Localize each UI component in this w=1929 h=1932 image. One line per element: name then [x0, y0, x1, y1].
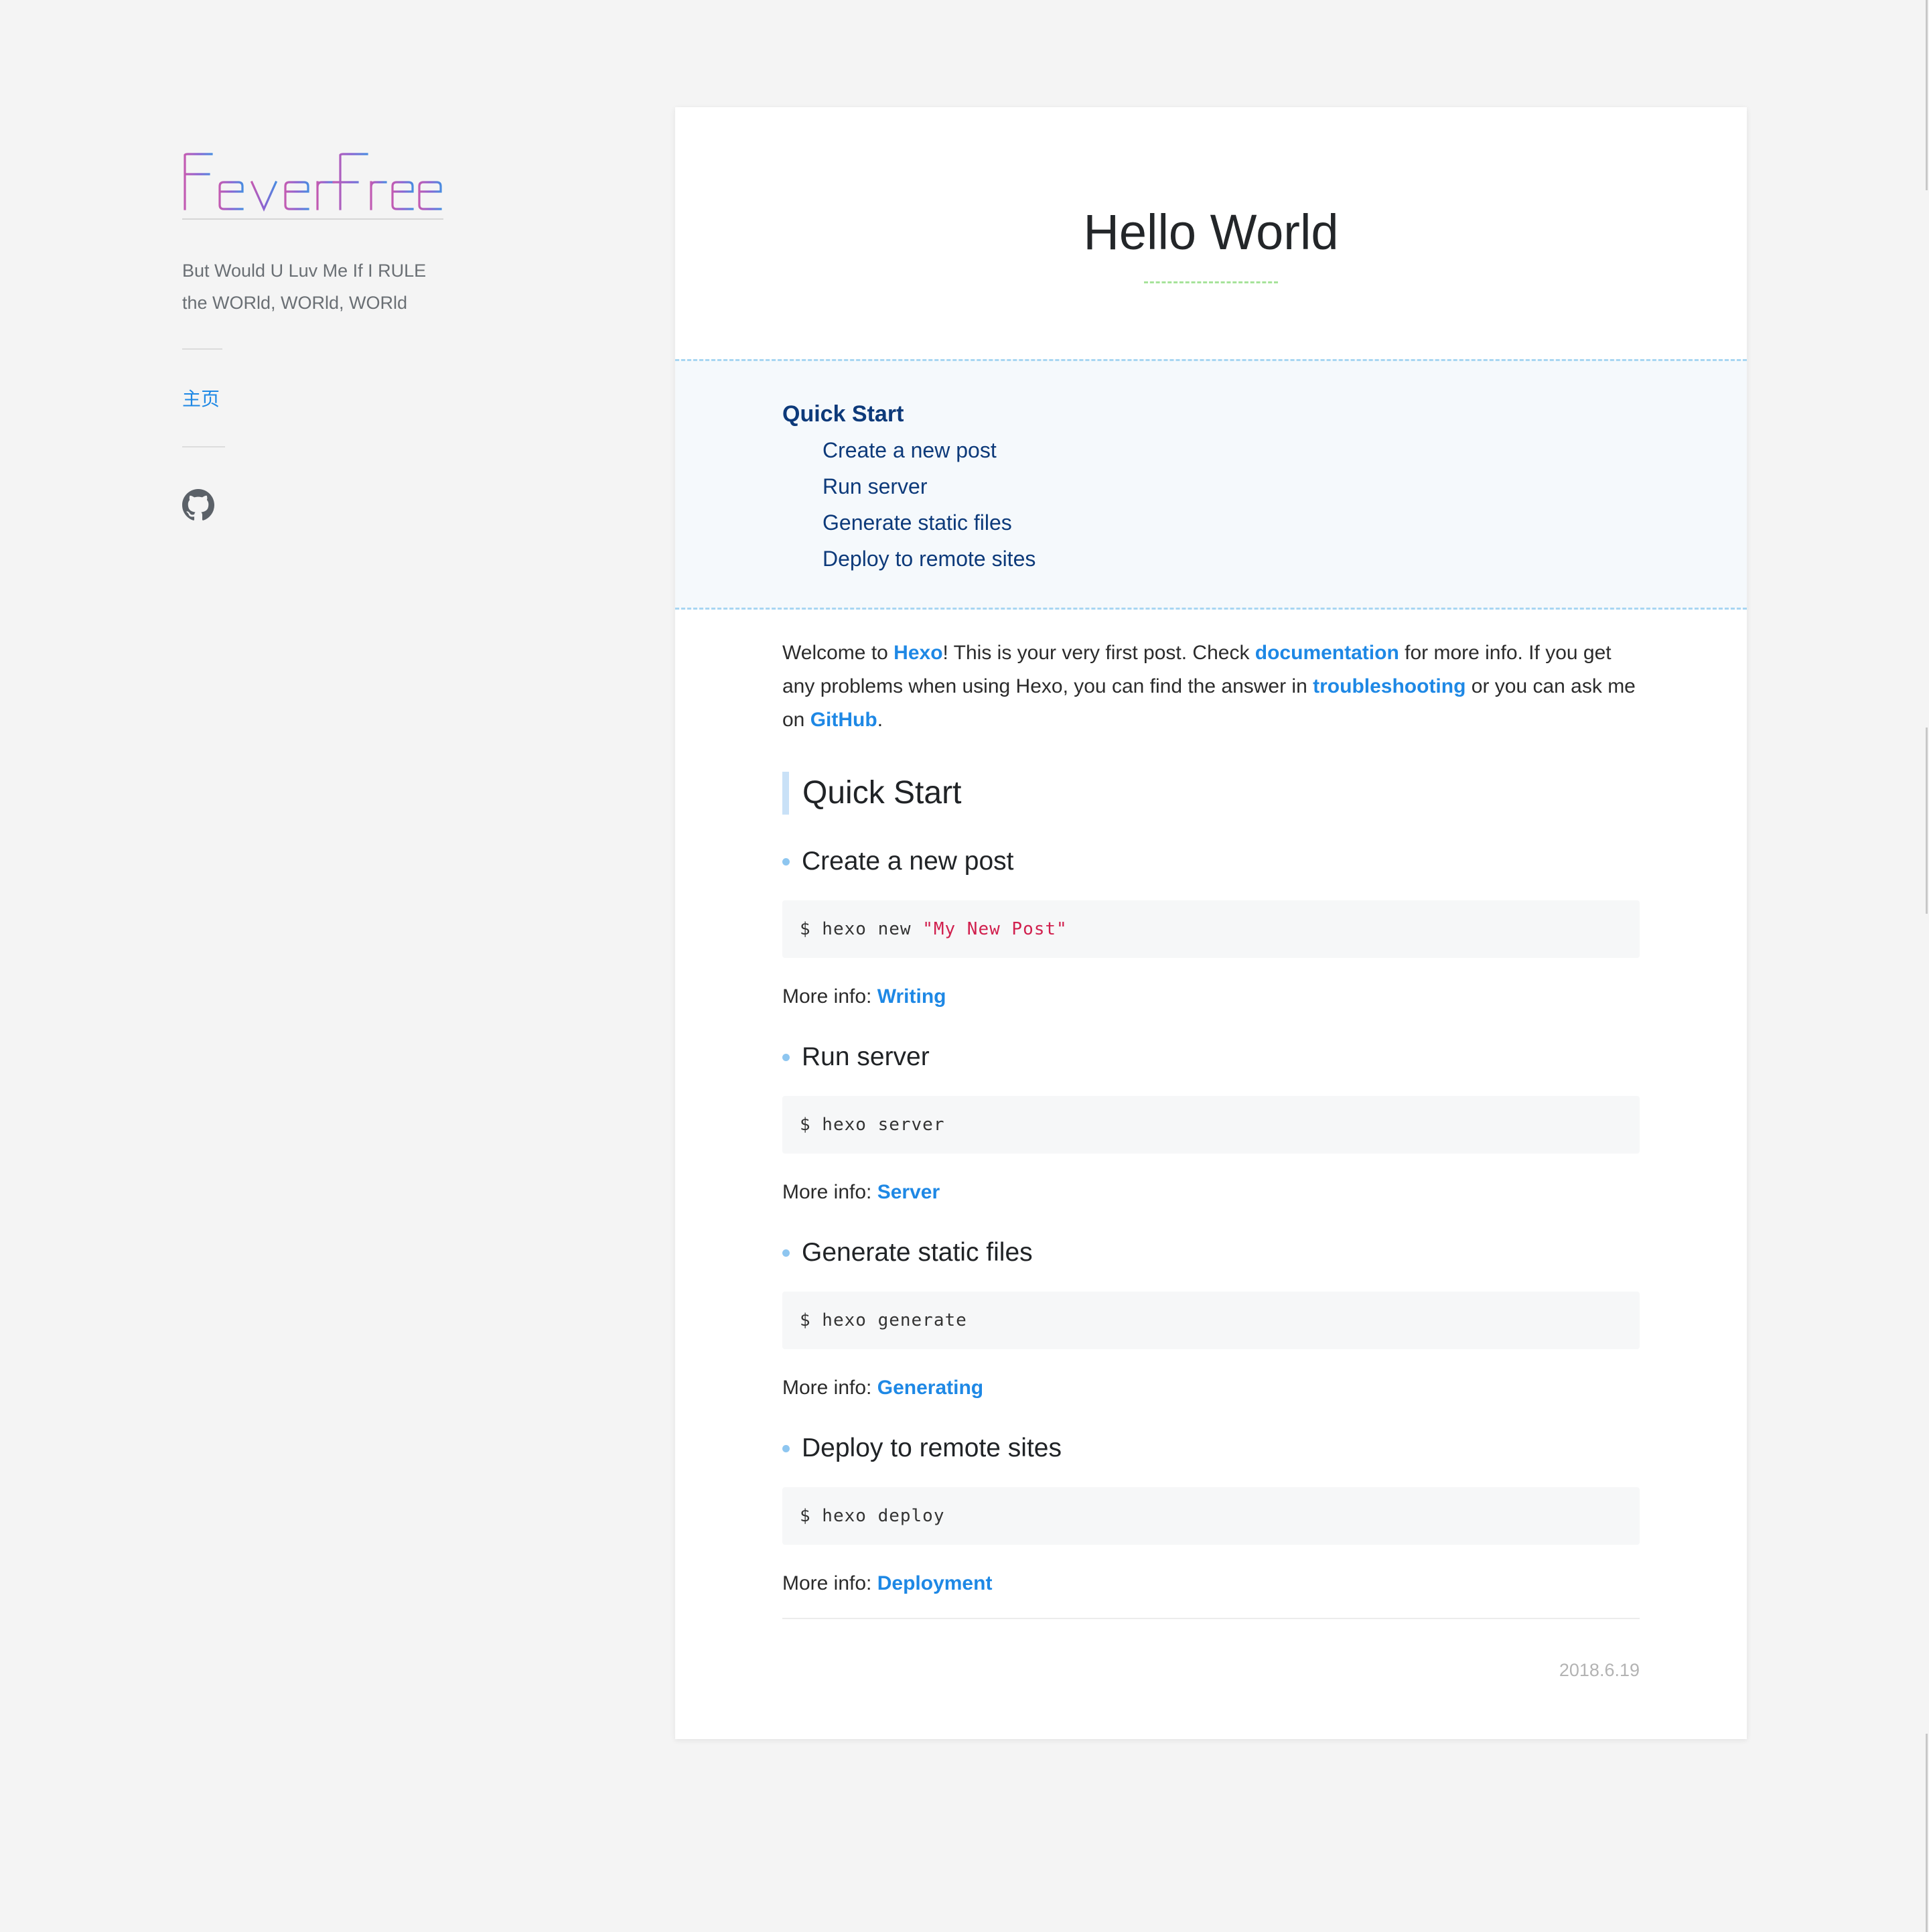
- code-command: $ hexo new: [800, 919, 923, 939]
- step-heading-text: Create a new post: [802, 847, 1014, 876]
- step-heading-text: Run server: [802, 1042, 930, 1071]
- link-hexo[interactable]: Hexo: [894, 642, 942, 664]
- section-heading-quick-start: Quick Start: [782, 772, 1640, 815]
- logo-divider: [182, 218, 443, 220]
- post-content: Welcome to Hexo! This is your very first…: [782, 636, 1640, 1597]
- code-block[interactable]: $ hexo server: [782, 1096, 1640, 1154]
- step-heading: Deploy to remote sites: [782, 1430, 1640, 1467]
- code-command: $ hexo server: [800, 1115, 945, 1135]
- link-generating[interactable]: Generating: [877, 1377, 983, 1399]
- post-footer-divider: [782, 1618, 1640, 1619]
- link-github[interactable]: GitHub: [810, 709, 877, 731]
- scrollbar-segment: [1926, 728, 1928, 914]
- link-documentation[interactable]: documentation: [1255, 642, 1399, 664]
- more-info-label: More info:: [782, 985, 877, 1008]
- toc-item-quick-start[interactable]: Quick Start: [782, 396, 1035, 432]
- toc-item-generate[interactable]: Generate static files: [782, 504, 1035, 541]
- more-info-label: More info:: [782, 1572, 877, 1594]
- sidebar: But Would U Luv Me If I RULE the WORld, …: [182, 147, 450, 521]
- code-string: "My New Post": [922, 919, 1068, 939]
- code-command: $ hexo generate: [800, 1310, 967, 1330]
- more-info: More info: Deployment: [782, 1570, 1640, 1597]
- site-logo[interactable]: [182, 147, 445, 214]
- post-date: 2018.6.19: [1559, 1660, 1640, 1680]
- link-deployment[interactable]: Deployment: [877, 1572, 993, 1594]
- more-info-label: More info:: [782, 1181, 877, 1203]
- title-underline: [1144, 281, 1278, 283]
- post-title: Hello World: [1083, 204, 1339, 260]
- more-info: More info: Server: [782, 1179, 1640, 1206]
- code-block[interactable]: $ hexo new "My New Post": [782, 900, 1640, 958]
- more-info-label: More info:: [782, 1377, 877, 1399]
- link-server[interactable]: Server: [877, 1181, 940, 1203]
- toc-item-deploy[interactable]: Deploy to remote sites: [782, 541, 1035, 577]
- bullet-dot: [782, 1249, 790, 1257]
- intro-text: ! This is your very first post. Check: [942, 642, 1255, 664]
- sidebar-divider-2: [182, 446, 225, 447]
- step-heading-text: Generate static files: [802, 1238, 1033, 1267]
- page-scrollbar[interactable]: [1924, 0, 1929, 1932]
- toc-list: Quick Start Create a new post Run server…: [782, 396, 1035, 577]
- post-card: Hello World Quick Start Create a new pos…: [675, 107, 1747, 1739]
- link-troubleshooting[interactable]: troubleshooting: [1313, 675, 1466, 697]
- step-heading: Create a new post: [782, 843, 1640, 880]
- nav-home-link[interactable]: 主页: [182, 385, 220, 411]
- intro-text: Welcome to: [782, 642, 894, 664]
- site-tagline: But Would U Luv Me If I RULE the WORld, …: [182, 255, 450, 319]
- bullet-dot: [782, 1053, 790, 1061]
- github-icon[interactable]: [182, 489, 214, 521]
- code-command: $ hexo deploy: [800, 1506, 945, 1526]
- table-of-contents: Quick Start Create a new post Run server…: [675, 359, 1747, 610]
- step-heading: Run server: [782, 1038, 1640, 1076]
- code-block[interactable]: $ hexo deploy: [782, 1487, 1640, 1545]
- more-info: More info: Generating: [782, 1375, 1640, 1401]
- intro-paragraph: Welcome to Hexo! This is your very first…: [782, 636, 1640, 737]
- bullet-dot: [782, 1444, 790, 1452]
- scrollbar-segment: [1926, 1734, 1928, 1932]
- step-heading: Generate static files: [782, 1234, 1640, 1271]
- link-writing[interactable]: Writing: [877, 985, 946, 1008]
- code-block[interactable]: $ hexo generate: [782, 1292, 1640, 1349]
- intro-text: .: [877, 709, 883, 731]
- toc-item-create-post[interactable]: Create a new post: [782, 432, 1035, 468]
- toc-item-run-server[interactable]: Run server: [782, 468, 1035, 504]
- tagline-line-2: the WORld, WORld, WORld: [182, 293, 408, 313]
- bullet-dot: [782, 857, 790, 866]
- more-info: More info: Writing: [782, 983, 1640, 1010]
- step-heading-text: Deploy to remote sites: [802, 1434, 1062, 1462]
- scrollbar-segment: [1926, 0, 1928, 190]
- tagline-line-1: But Would U Luv Me If I RULE: [182, 261, 427, 281]
- sidebar-divider: [182, 348, 222, 350]
